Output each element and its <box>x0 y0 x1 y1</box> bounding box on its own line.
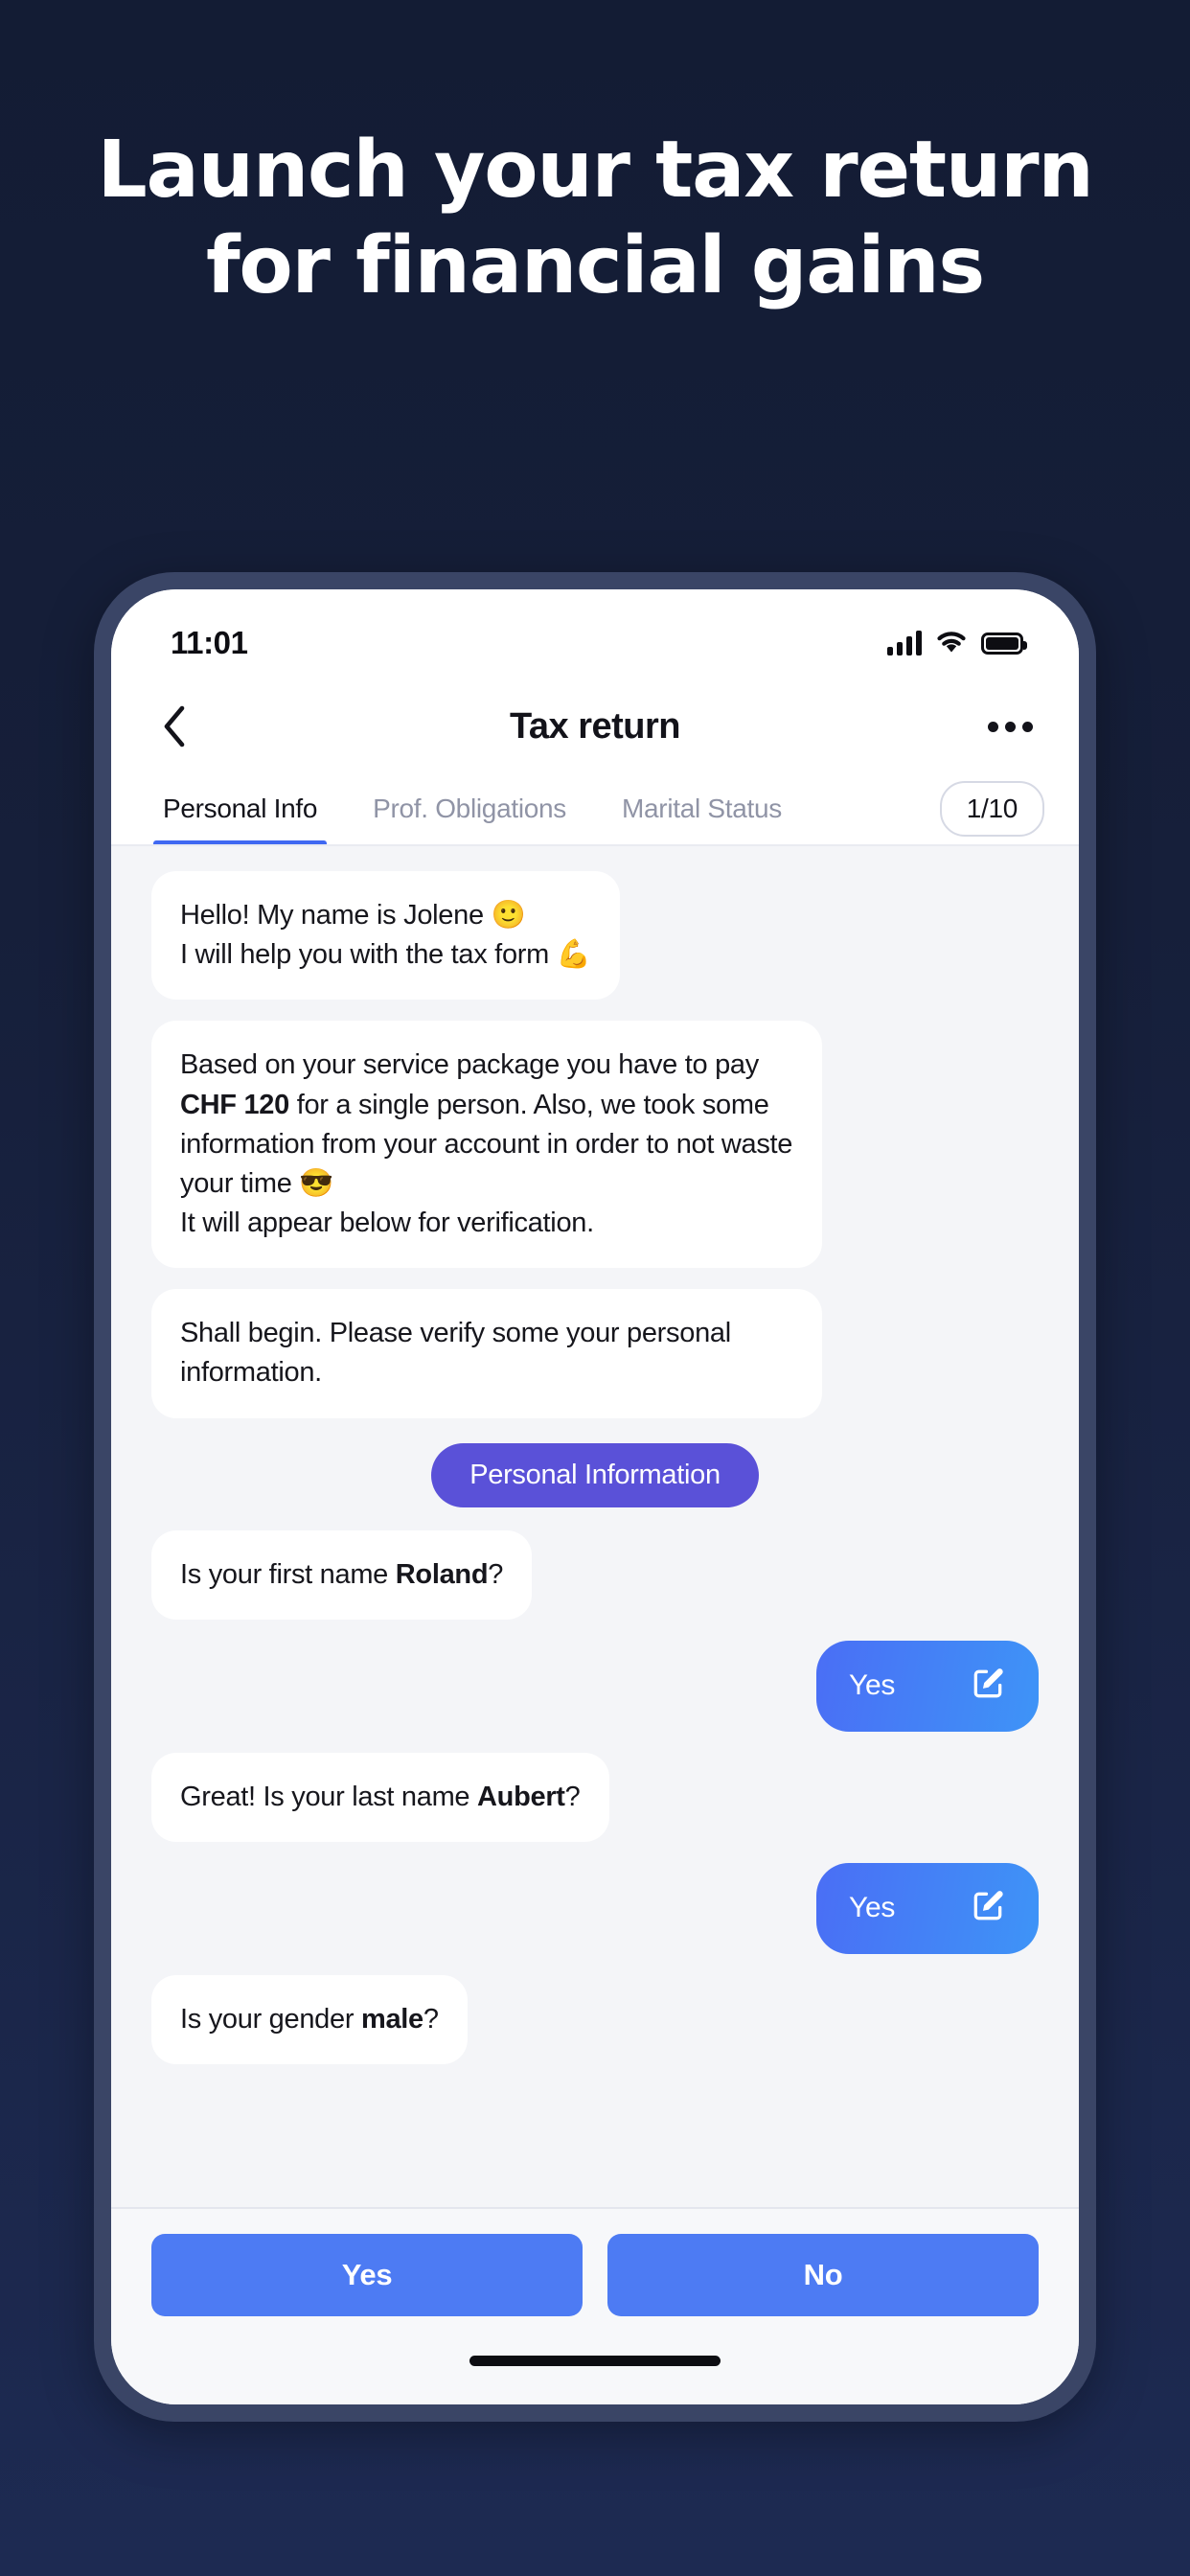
gender-pre: Is your gender <box>180 2003 361 2035</box>
tab-personal-info[interactable]: Personal Info <box>153 771 328 846</box>
reply-row-last-name: Yes <box>151 1862 1039 1954</box>
tab-marital-status[interactable]: Marital Status <box>612 771 791 846</box>
answer-action-bar: Yes No <box>111 2207 1079 2316</box>
last-name-pre: Great! Is your last name <box>180 1781 478 1812</box>
last-name-value: Aubert <box>477 1781 565 1812</box>
wifi-icon <box>935 629 968 658</box>
status-bar-time: 11:01 <box>171 625 248 660</box>
section-pill-personal-information[interactable]: Personal Information <box>431 1442 759 1507</box>
tab-prof-obligations[interactable]: Prof. Obligations <box>363 771 576 846</box>
home-indicator <box>469 2355 721 2366</box>
chat-message-first-name-question: Is your first name Roland? <box>151 1530 533 1620</box>
more-horizontal-icon[interactable] <box>988 721 1033 732</box>
pricing-line-2: It will appear below for verification. <box>180 1208 594 1239</box>
chat-message-gender-question: Is your gender male? <box>151 1974 468 2065</box>
promo-page: Launch your tax return for financial gai… <box>0 0 1190 2576</box>
back-button[interactable] <box>153 705 195 748</box>
edit-pencil-icon[interactable] <box>970 1666 1006 1707</box>
header-title: Tax return <box>509 705 681 747</box>
chat-message-pricing: Based on your service package you have t… <box>151 1021 822 1269</box>
first-name-pre: Is your first name <box>180 1558 396 1590</box>
chat-message-last-name-question: Great! Is your last name Aubert? <box>151 1752 609 1842</box>
battery-icon <box>981 632 1027 655</box>
tab-bar: Personal Info Prof. Obligations Marital … <box>111 771 1079 846</box>
first-name-post: ? <box>488 1558 504 1590</box>
answer-yes-button[interactable]: Yes <box>151 2234 583 2316</box>
gender-post: ? <box>423 2003 439 2035</box>
answer-no-button[interactable]: No <box>607 2234 1039 2316</box>
signal-icon <box>887 631 922 656</box>
edit-pencil-icon[interactable] <box>970 1888 1006 1929</box>
phone-mockup-frame: 11:01 Tax return Personal Info Prof. Obl… <box>94 572 1096 2422</box>
phone-screen: 11:01 Tax return Personal Info Prof. Obl… <box>111 589 1079 2404</box>
greeting-line-2: I will help you with the tax form 💪 <box>180 939 591 971</box>
user-reply-label: Yes <box>849 1892 896 1924</box>
step-counter-badge: 1/10 <box>939 781 1044 837</box>
status-bar-icons <box>887 629 1027 658</box>
pricing-pre: Based on your service package you have t… <box>180 1049 759 1081</box>
pricing-paragraph: Based on your service package you have t… <box>180 1046 793 1204</box>
app-header: Tax return <box>111 681 1079 771</box>
page-title: Launch your tax return for financial gai… <box>97 125 1093 312</box>
user-reply-first-name[interactable]: Yes <box>816 1640 1039 1732</box>
chat-message-list: Hello! My name is Jolene 🙂 I will help y… <box>111 846 1079 2207</box>
pricing-amount: CHF 120 <box>180 1089 289 1120</box>
gender-value: male <box>360 2003 423 2035</box>
status-bar: 11:01 <box>111 589 1079 681</box>
tab-bar-divider <box>111 844 1079 846</box>
greeting-line-1: Hello! My name is Jolene 🙂 <box>180 900 526 931</box>
chat-message-verify-intro: Shall begin. Please verify some your per… <box>151 1289 822 1418</box>
reply-row-first-name: Yes <box>151 1640 1039 1732</box>
chat-message-greeting: Hello! My name is Jolene 🙂 I will help y… <box>151 871 620 1000</box>
section-pill-row: Personal Information <box>151 1442 1039 1507</box>
user-reply-label: Yes <box>849 1669 896 1702</box>
first-name-value: Roland <box>395 1558 489 1590</box>
last-name-post: ? <box>564 1781 581 1812</box>
home-indicator-area <box>111 2316 1079 2404</box>
user-reply-last-name[interactable]: Yes <box>816 1862 1039 1954</box>
